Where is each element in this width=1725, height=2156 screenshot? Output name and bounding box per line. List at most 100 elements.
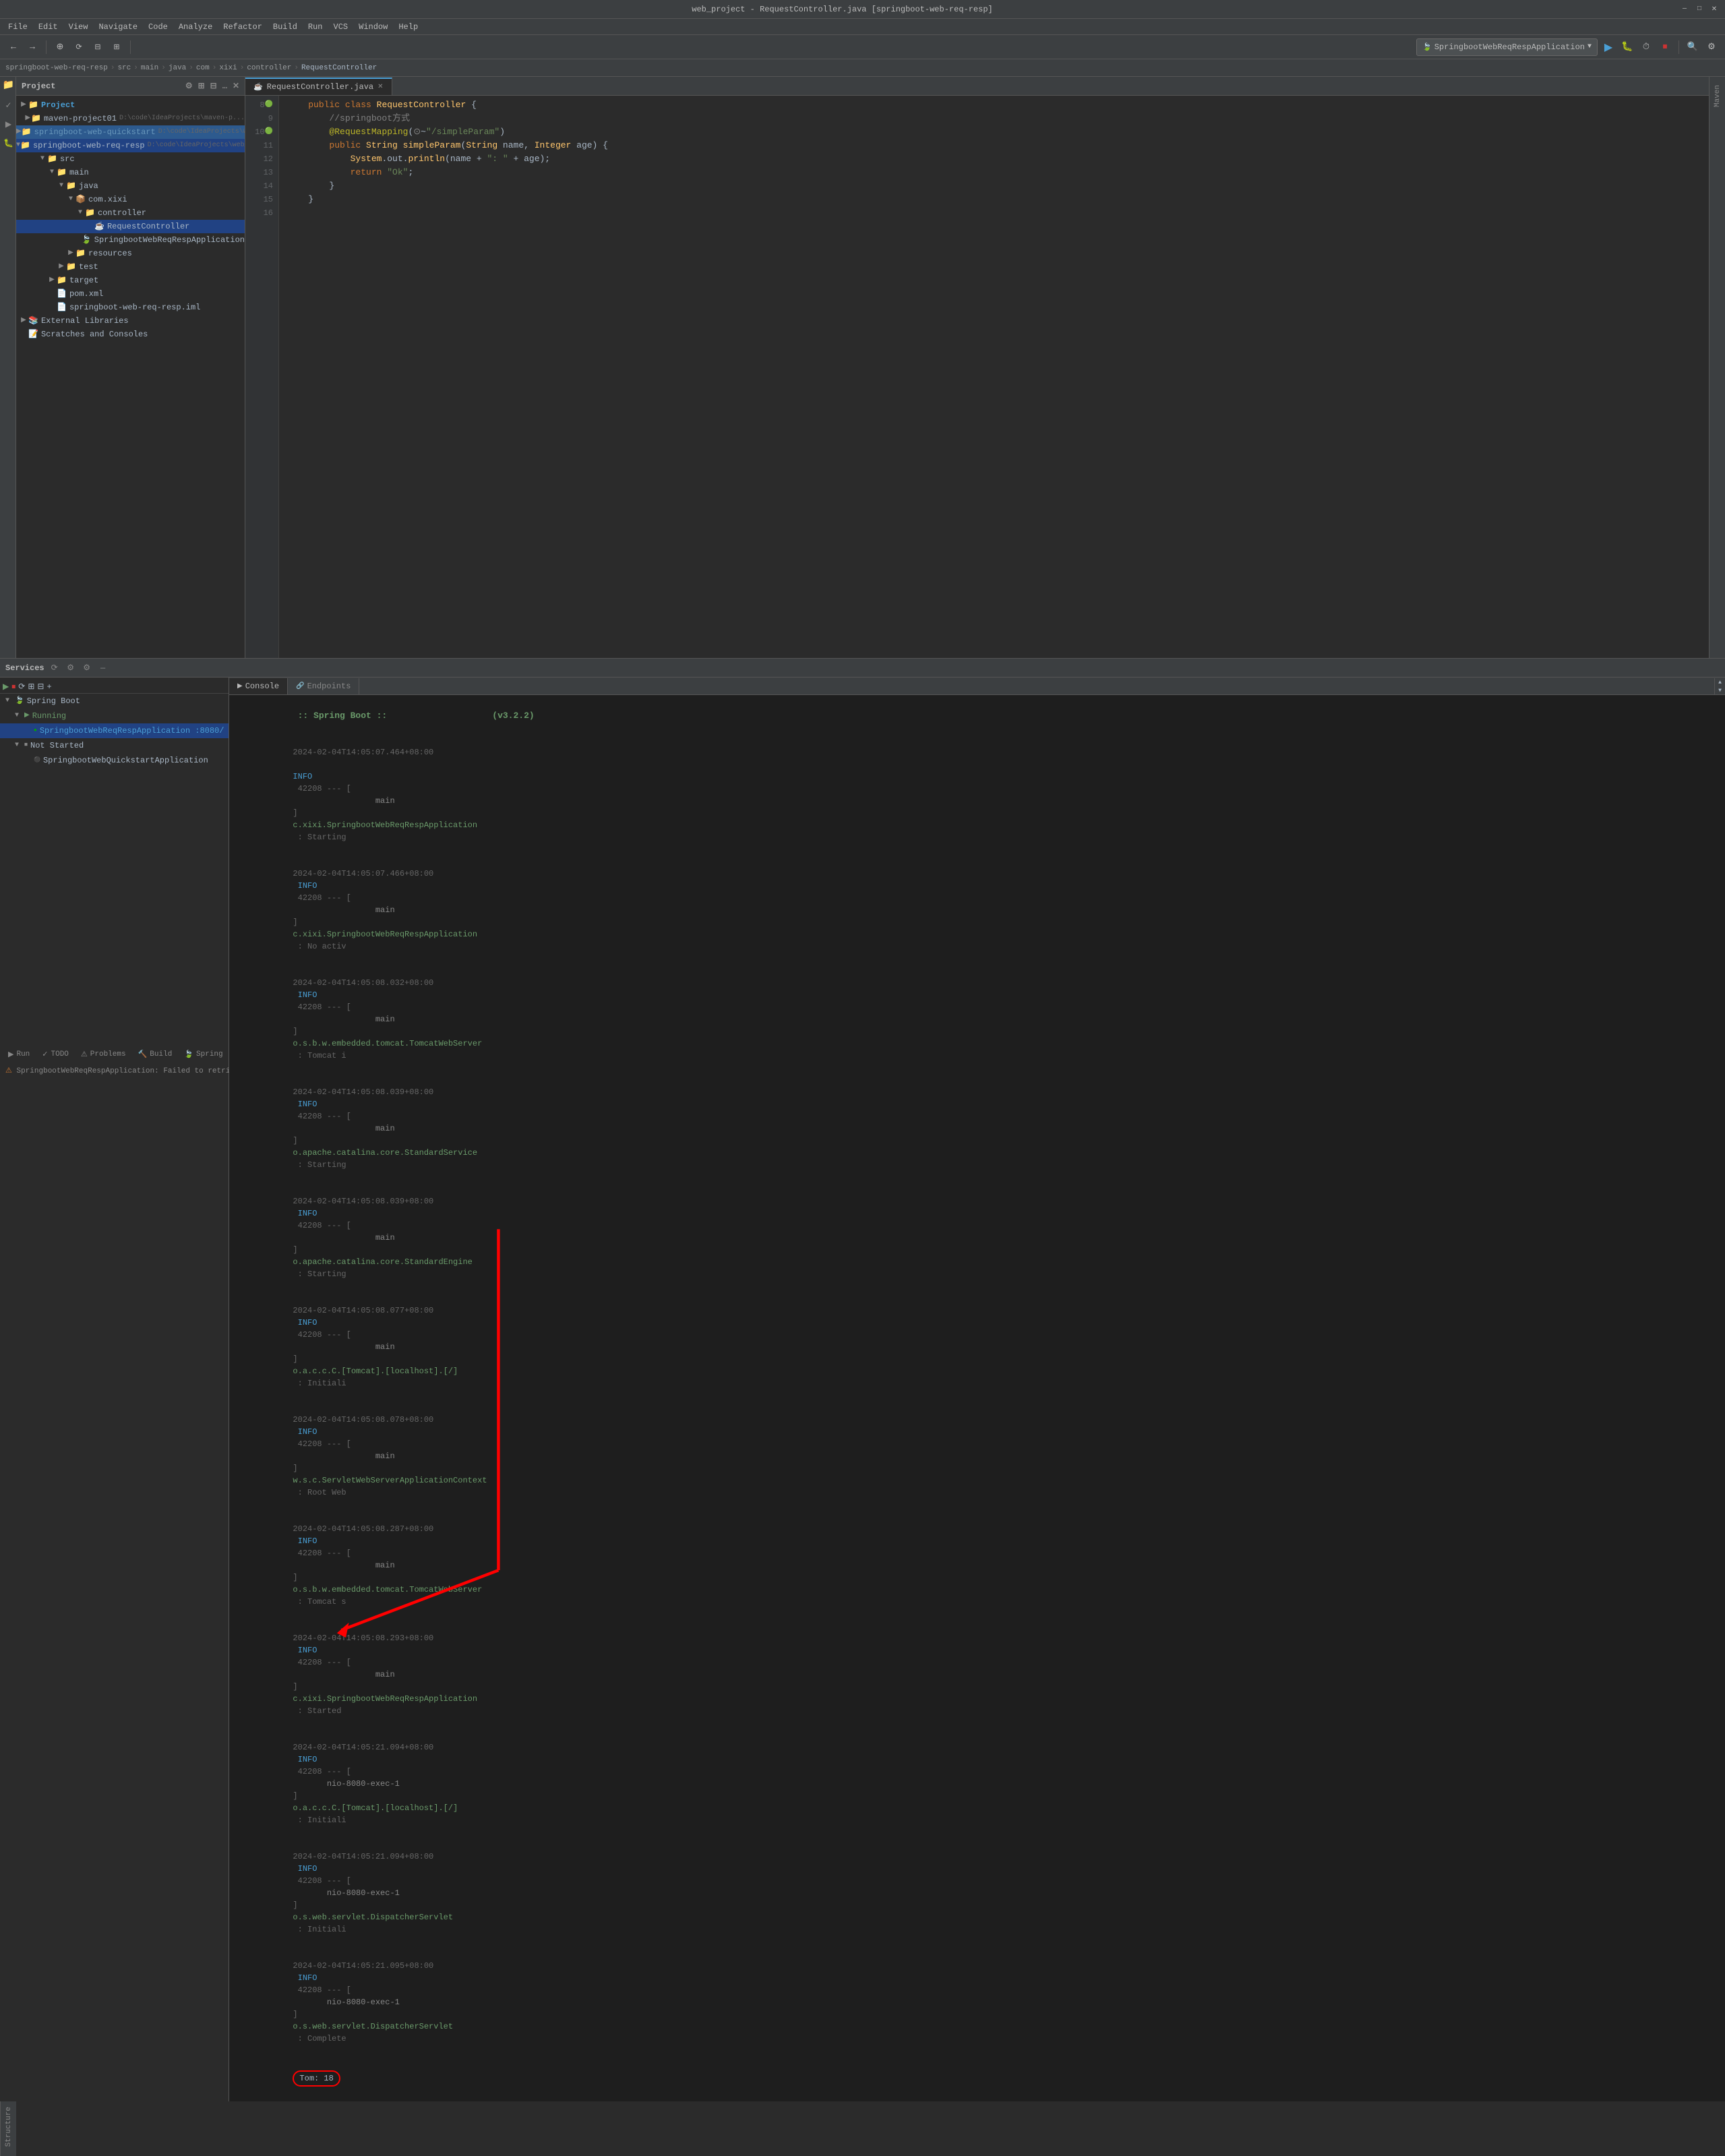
run-button[interactable]: ▶ [1600,39,1616,55]
services-settings-gear[interactable]: ⚙ [81,662,93,674]
commit-icon[interactable]: ✓ [1,98,15,112]
menu-edit[interactable]: Edit [33,21,63,33]
settings-gear[interactable]: ⚙ [1703,39,1720,55]
breadcrumb-item[interactable]: RequestController [301,64,377,72]
menu-build[interactable]: Build [268,21,303,33]
project-icon[interactable]: 📁 [1,80,15,93]
run-config-selector[interactable]: 🍃 SpringbootWebReqRespApplication ▼ [1416,38,1598,56]
menu-analyze[interactable]: Analyze [173,21,218,33]
settings-button[interactable]: ⊕ [52,39,68,55]
service-running-group[interactable]: ▼ ▶ Running [0,709,229,723]
menu-run[interactable]: Run [303,21,328,33]
minimize-button[interactable]: — [1679,4,1690,15]
bottom-tab-build[interactable]: 🔨 Build [133,1047,178,1062]
breadcrumb-item[interactable]: xixi [219,64,237,72]
breadcrumb-item[interactable]: controller [247,64,291,72]
tab-console[interactable]: ▶ Console [229,678,288,694]
tree-item-quickstart[interactable]: ▶ 📁 springboot-web-quickstart D:\code\Id… [16,125,245,139]
tree-item-test[interactable]: ▶ 📁 test [16,260,245,274]
bottom-tab-todo[interactable]: ✓ TODO [36,1047,74,1062]
bottom-tab-run[interactable]: ▶ Run [3,1047,35,1062]
service-label: SpringbootWebReqRespApplication :8080/ [40,725,224,737]
tree-item-controller[interactable]: ▼ 📁 controller [16,206,245,220]
sync-button[interactable]: ⟳ [71,39,87,55]
scroll-up-btn[interactable]: ▲ [1715,678,1725,686]
tree-item-java[interactable]: ▼ 📁 java [16,179,245,193]
close-button[interactable]: ✕ [1709,4,1720,15]
breadcrumb-item[interactable]: java [169,64,186,72]
tab-endpoints[interactable]: 🔗 Endpoints [288,678,359,694]
menu-window[interactable]: Window [353,21,393,33]
services-minimize-btn[interactable]: — [97,662,109,674]
stop-button[interactable]: ⏹ [1657,39,1673,55]
expand-button[interactable]: ⊞ [109,39,125,55]
tree-item-project[interactable]: ▶ 📁 Project [16,98,245,112]
tree-item-package[interactable]: ▼ 📦 com.xixi [16,193,245,206]
project-collapse-icon[interactable]: ⊟ [210,81,217,91]
tree-item-req-resp[interactable]: ▼ 📁 springboot-web-req-resp D:\code\Idea… [16,139,245,152]
search-everywhere[interactable]: 🔍 [1685,39,1701,55]
breadcrumb-item[interactable]: src [117,64,131,72]
code-editor[interactable]: 8 🟢 9 10 🟢 11 12 13 14 15 16 public clas… [245,96,1709,658]
services-settings-btn[interactable]: ⚙ [65,662,77,674]
service-not-started-group[interactable]: ▼ ⏹ Not Started [0,738,229,753]
menu-file[interactable]: File [3,21,33,33]
maximize-button[interactable]: □ [1694,4,1705,15]
service-quickstart-app[interactable]: ⚫ SpringbootWebQuickstartApplication [0,753,229,768]
back-button[interactable]: ← [5,39,22,55]
forward-button[interactable]: → [24,39,40,55]
menu-vcs[interactable]: VCS [328,21,354,33]
collapse-button[interactable]: ⊟ [90,39,106,55]
services-sync-btn[interactable]: ⟳ [49,662,61,674]
tree-item-application[interactable]: 🍃 SpringbootWebReqRespApplication [16,233,245,247]
menu-refactor[interactable]: Refactor [218,21,268,33]
toolbar: ← → ⊕ ⟳ ⊟ ⊞ 🍃 SpringbootWebReqRespApplic… [0,35,1725,59]
tree-item-target[interactable]: ▶ 📁 target [16,274,245,287]
services-filter2-btn[interactable]: ⊟ [37,682,44,692]
services-restart-btn[interactable]: ⟳ [18,682,25,692]
maven-label[interactable]: Maven [1712,80,1723,113]
breadcrumb-sep-6: › [240,64,245,72]
project-expand-icon[interactable]: ⊞ [198,81,205,91]
tree-item-request-controller[interactable]: ☕ RequestController [16,220,245,233]
tree-item-ext-libs[interactable]: ▶ 📚 External Libraries [16,314,245,328]
side-panel-structure[interactable]: Structure [5,2107,13,2147]
tree-item-resources[interactable]: ▶ 📁 resources [16,247,245,260]
console-tab-label: Console [245,682,279,691]
tab-request-controller[interactable]: ☕ RequestController.java ✕ [245,78,392,95]
menu-code[interactable]: Code [143,21,173,33]
breadcrumb-item[interactable]: com [196,64,210,72]
tab-close-icon[interactable]: ✕ [377,83,383,91]
menu-help[interactable]: Help [393,21,423,33]
project-close-icon[interactable]: ✕ [233,81,239,91]
tree-item-src[interactable]: ▼ 📁 src [16,152,245,166]
debug-sidebar-icon[interactable]: 🐛 [1,136,15,150]
breadcrumb-item[interactable]: springboot-web-req-resp [5,64,108,72]
menu-view[interactable]: View [63,21,94,33]
tree-item-pom[interactable]: 📄 pom.xml [16,287,245,301]
services-add-btn[interactable]: + [47,682,51,692]
console-content[interactable]: :: Spring Boot :: (v3.2.2) 2024-02-04T14… [229,695,1725,2101]
line-numbers: 8 🟢 9 10 🟢 11 12 13 14 15 16 [245,96,279,658]
project-settings-icon[interactable]: ⚙ [185,81,193,91]
service-req-resp-app[interactable]: ● SpringbootWebReqRespApplication :8080/ [0,723,229,738]
menu-bar: File Edit View Navigate Code Analyze Ref… [0,19,1725,35]
code-content[interactable]: public class RequestController { //sprin… [279,96,1709,658]
bottom-tab-problems[interactable]: ⚠ Problems [75,1047,131,1062]
scroll-down-btn[interactable]: ▼ [1715,686,1725,694]
menu-navigate[interactable]: Navigate [93,21,143,33]
service-spring-boot[interactable]: ▼ 🍃 Spring Boot [0,694,229,709]
services-filter-btn[interactable]: ⊞ [28,682,34,692]
tree-item-iml[interactable]: 📄 springboot-web-req-resp.iml [16,301,245,314]
run-with-coverage[interactable]: ⏱ [1638,39,1654,55]
tree-item-scratches[interactable]: 📝 Scratches and Consoles [16,328,245,341]
tree-item-maven[interactable]: ▶ 📁 maven-project01 D:\code\IdeaProjects… [16,112,245,125]
run-sidebar-icon[interactable]: ▶ [1,117,15,131]
debug-button[interactable]: 🐛 [1619,39,1635,55]
bottom-tab-spring[interactable]: 🍃 Spring [179,1047,228,1062]
project-more-icon[interactable]: … [222,82,227,91]
services-stop-btn[interactable]: ⏹ [11,682,16,692]
breadcrumb-item[interactable]: main [141,64,158,72]
tree-item-main[interactable]: ▼ 📁 main [16,166,245,179]
services-play-btn[interactable]: ▶ [3,682,9,692]
